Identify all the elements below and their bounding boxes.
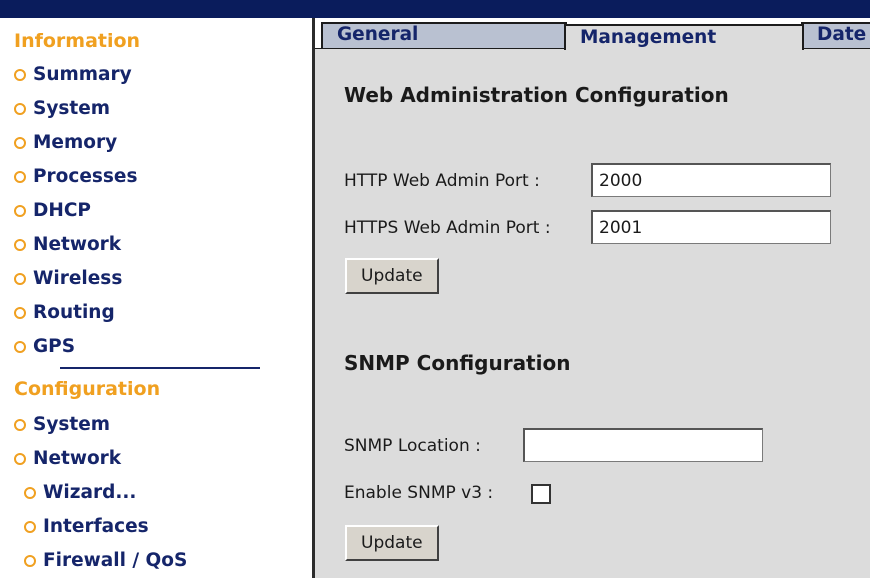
web-admin-update-button[interactable]: Update [345,258,439,294]
sidebar-item-label: Memory [33,132,118,153]
snmp-location-input[interactable] [523,428,763,462]
tab-date[interactable]: Date [801,22,870,48]
sidebar-item-dhcp[interactable]: DHCP [14,200,91,221]
sidebar-item-label: Processes [33,166,138,187]
snmp-heading: SNMP Configuration [344,351,571,375]
sidebar-item-label: Interfaces [43,516,149,537]
circle-bullet-icon [14,272,26,285]
circle-bullet-icon [14,136,26,149]
sidebar-item-label: Wizard... [43,482,137,503]
circle-bullet-icon [14,452,26,465]
sidebar-item-label: DHCP [33,200,91,221]
sidebar-subitem-interfaces[interactable]: Interfaces [24,516,149,537]
sidebar-item-routing[interactable]: Routing [14,302,115,323]
circle-bullet-icon [14,238,26,251]
circle-bullet-icon [14,170,26,183]
sidebar-item-label: Network [33,234,122,255]
tab-general[interactable]: General [321,22,567,48]
circle-bullet-icon [14,204,26,217]
snmp-location-label: SNMP Location : [344,436,481,456]
sidebar-item-label: Network [33,448,122,469]
snmp-v3-checkbox[interactable] [531,484,551,504]
sidebar-item-network[interactable]: Network [14,234,121,255]
sidebar-section-configuration: Configuration [14,378,161,400]
web-admin-heading: Web Administration Configuration [344,83,729,107]
sidebar-subitem-firewall-qos[interactable]: Firewall / QoS [24,550,187,571]
sidebar-item-label: GPS [33,336,76,357]
circle-bullet-icon [14,102,26,115]
sidebar-divider [60,367,260,369]
sidebar-section-information: Information [14,30,141,52]
sidebar: Information Summary System Memory Proces… [0,18,312,578]
snmp-update-button[interactable]: Update [345,525,439,561]
top-banner [0,0,870,18]
https-port-input[interactable]: 2001 [591,210,831,244]
sidebar-item-label: System [33,414,111,435]
circle-bullet-icon [14,306,26,319]
http-port-label: HTTP Web Admin Port : [344,171,540,191]
sidebar-item-config-network[interactable]: Network [14,448,121,469]
sidebar-item-wireless[interactable]: Wireless [14,268,122,289]
management-panel: Web Administration Configuration HTTP We… [315,49,870,578]
tab-management[interactable]: Management [564,24,804,50]
sidebar-subitem-wizard[interactable]: Wizard... [24,482,136,503]
sidebar-item-label: System [33,98,111,119]
sidebar-item-label: Wireless [33,268,123,289]
snmp-v3-label: Enable SNMP v3 : [344,483,494,503]
circle-bullet-icon [24,520,36,533]
circle-bullet-icon [14,418,26,431]
sidebar-item-system[interactable]: System [14,98,110,119]
circle-bullet-icon [14,340,26,353]
tab-bar: General Management Date [315,18,870,50]
sidebar-item-summary[interactable]: Summary [14,64,132,85]
sidebar-item-gps[interactable]: GPS [14,336,75,357]
sidebar-item-label: Routing [33,302,115,323]
circle-bullet-icon [14,68,26,81]
sidebar-item-config-system[interactable]: System [14,414,110,435]
sidebar-item-memory[interactable]: Memory [14,132,117,153]
sidebar-item-processes[interactable]: Processes [14,166,138,187]
https-port-label: HTTPS Web Admin Port : [344,218,551,238]
circle-bullet-icon [24,554,36,567]
sidebar-item-label: Summary [33,64,132,85]
sidebar-item-label: Firewall / QoS [43,550,188,571]
circle-bullet-icon [24,486,36,499]
http-port-input[interactable]: 2000 [591,163,831,197]
